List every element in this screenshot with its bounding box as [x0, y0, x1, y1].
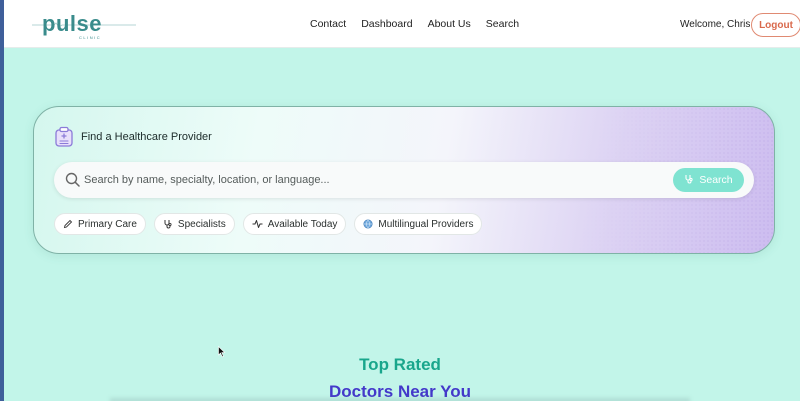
top-header: pulse CLINIC Contact Dashboard About Us … — [4, 0, 800, 48]
nav-dashboard[interactable]: Dashboard — [361, 18, 412, 30]
search-button-label: Search — [699, 174, 733, 186]
logout-button[interactable]: Logout — [751, 13, 800, 37]
quick-filter-chips: Primary Care Specialists Available Today — [54, 213, 483, 235]
provider-search-card: Find a Healthcare Provider Search by nam… — [33, 106, 775, 254]
nav-about-us[interactable]: About Us — [428, 18, 471, 30]
section-title-top-rated: Top Rated — [359, 355, 441, 374]
chip-label: Specialists — [177, 218, 226, 230]
stethoscope-icon — [163, 219, 173, 229]
pulse-clinic-logo[interactable]: pulse CLINIC — [32, 6, 136, 42]
chip-primary-care[interactable]: Primary Care — [54, 213, 146, 235]
stethoscope-icon — [684, 174, 694, 187]
logo-text: pulse — [42, 11, 102, 36]
globe-icon — [363, 219, 373, 229]
provider-search-bar: Search — [54, 162, 754, 198]
hospital-icon — [53, 126, 75, 148]
search-button[interactable]: Search — [673, 168, 744, 192]
chip-label: Primary Care — [78, 218, 137, 230]
window-left-edge — [0, 0, 4, 401]
hero-title: Find a Healthcare Provider — [81, 131, 212, 143]
activity-icon — [252, 219, 263, 229]
search-icon — [65, 172, 80, 187]
chip-specialists[interactable]: Specialists — [153, 213, 235, 235]
nav-contact[interactable]: Contact — [310, 18, 346, 30]
welcome-message: Welcome, Chris — [680, 18, 751, 30]
main-nav: Contact Dashboard About Us Search — [310, 0, 519, 48]
pencil-icon — [63, 219, 73, 229]
chip-multilingual-providers[interactable]: Multilingual Providers — [354, 213, 483, 235]
chip-label: Multilingual Providers — [378, 218, 474, 230]
chip-available-today[interactable]: Available Today — [242, 213, 347, 235]
nav-search[interactable]: Search — [486, 18, 519, 30]
provider-search-input[interactable] — [84, 170, 664, 190]
logo-subtext: CLINIC — [79, 35, 101, 40]
chip-label: Available Today — [267, 218, 338, 230]
